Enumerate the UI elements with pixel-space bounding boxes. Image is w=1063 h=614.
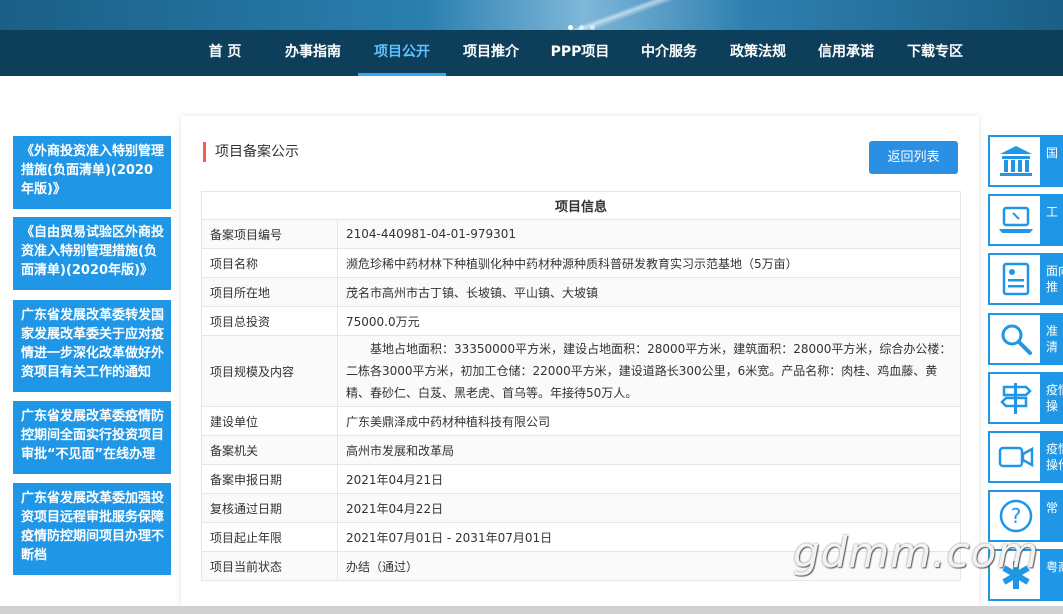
magnifier-icon	[1001, 324, 1032, 355]
row-label: 建设单位	[201, 406, 338, 436]
row-label: 项目名称	[201, 248, 338, 278]
right-item-access-list[interactable]: 准 清	[988, 313, 1063, 365]
table-row: 建设单位 广东美鼎泽成中药材种植科技有限公司	[201, 406, 961, 436]
row-label: 备案申报日期	[201, 464, 338, 494]
row-label: 项目总投资	[201, 306, 338, 336]
page-title: 项目备案公示	[203, 142, 299, 162]
watermark: gdmm.com	[793, 528, 1040, 577]
table-row: 项目规模及内容 基地占地面积：33350000平方米，建设占地面积：28000平…	[201, 335, 961, 407]
right-item-epidemic-guide[interactable]: 疫情 操	[988, 372, 1063, 424]
footer-divider	[0, 606, 1063, 614]
bank-icon	[1000, 146, 1032, 176]
left-link-ftz-negative-list[interactable]: 《自由贸易试验区外商投资准入特别管理措施(负面清单)(2020年版)》	[13, 217, 171, 290]
table-row: 备案机关 高州市发展和改革局	[201, 435, 961, 465]
right-item-label: 国	[1040, 137, 1063, 185]
row-label: 项目当前状态	[201, 551, 338, 581]
table-row: 项目总投资 75000.0万元	[201, 306, 961, 336]
nav-item-project-promotion[interactable]: 项目推介	[456, 30, 526, 76]
right-item-label: 准 清	[1040, 315, 1063, 363]
certificate-icon	[1002, 262, 1030, 296]
laptop-icon	[999, 206, 1033, 233]
back-to-list-button[interactable]: 返回列表	[869, 141, 958, 174]
row-value: 2021年04月21日	[337, 464, 961, 494]
signpost-icon	[1000, 383, 1032, 414]
row-label: 备案项目编号	[201, 219, 338, 249]
right-item-label: 工	[1040, 196, 1063, 244]
right-item-label: 粤商	[1040, 551, 1063, 599]
row-label: 复核通过日期	[201, 493, 338, 523]
row-value: 高州市发展和改革局	[337, 435, 961, 465]
right-item-epidemic-video[interactable]: 疫情 操作	[988, 431, 1063, 483]
table-header: 项目信息	[201, 191, 961, 220]
row-label: 项目起止年限	[201, 522, 338, 552]
row-value: 75000.0万元	[337, 306, 961, 336]
row-value: 广东美鼎泽成中药材种植科技有限公司	[337, 406, 961, 436]
nav-item-agency[interactable]: 中介服务	[634, 30, 704, 76]
nav-item-project-public[interactable]: 项目公开	[358, 30, 446, 76]
right-item-work[interactable]: 工	[988, 194, 1063, 246]
row-label: 项目规模及内容	[201, 335, 338, 407]
right-item-label: 常	[1040, 492, 1063, 540]
project-info-table: 项目信息 备案项目编号 2104-440981-04-01-979301 项目名…	[201, 191, 961, 581]
row-value: 2021年04月22日	[337, 493, 961, 523]
header-banner	[0, 0, 1063, 30]
nav-item-home[interactable]: 首 页	[200, 30, 250, 76]
left-link-online-approval[interactable]: 广东省发展改革委疫情防控期间全面实行投资项目审批“不见面”在线办理	[13, 401, 171, 474]
nav-item-ppp[interactable]: PPP项目	[546, 30, 614, 76]
right-item-national[interactable]: 国	[988, 135, 1063, 187]
nav-item-guide[interactable]: 办事指南	[278, 30, 348, 76]
row-value: 基地占地面积：33350000平方米，建设占地面积：28000平方米，建筑面积：…	[346, 342, 952, 400]
left-link-remote-approval[interactable]: 广东省发展改革委加强投资项目远程审批服务保障疫情防控期间项目办理不断档	[13, 483, 171, 575]
row-value-cell: 基地占地面积：33350000平方米，建设占地面积：28000平方米，建筑面积：…	[337, 335, 961, 407]
right-item-label: 面向 推	[1040, 255, 1063, 303]
main-nav: 首 页 办事指南 项目公开 项目推介 PPP项目 中介服务 政策法规 信用承诺 …	[0, 30, 1063, 76]
row-value: 2104-440981-04-01-979301	[337, 219, 961, 249]
table-row: 备案项目编号 2104-440981-04-01-979301	[201, 219, 961, 249]
left-link-epidemic-notice[interactable]: 广东省发展改革委转发国家发展改革委关于应对疫情进一步深化改革做好外资项目有关工作…	[13, 300, 171, 392]
table-row: 项目所在地 茂名市高州市古丁镇、长坡镇、平山镇、大坡镇	[201, 277, 961, 307]
row-label: 备案机关	[201, 435, 338, 465]
row-value: 濒危珍稀中药材林下种植驯化种中药材种源种质科普研发教育实习示范基地（5万亩）	[337, 248, 961, 278]
left-link-negative-list[interactable]: 《外商投资准入特别管理措施(负面清单)(2020年版)》	[13, 136, 171, 209]
nav-item-policy[interactable]: 政策法规	[723, 30, 793, 76]
row-label: 项目所在地	[201, 277, 338, 307]
nav-item-download[interactable]: 下载专区	[899, 30, 971, 76]
right-item-promotion[interactable]: 面向 推	[988, 253, 1063, 305]
video-camera-icon	[998, 446, 1034, 468]
table-row: 复核通过日期 2021年04月22日	[201, 493, 961, 523]
right-item-label: 疫情 操作	[1040, 433, 1063, 481]
svg-text:?: ?	[1011, 504, 1022, 528]
table-row: 备案申报日期 2021年04月21日	[201, 464, 961, 494]
nav-item-credit[interactable]: 信用承诺	[811, 30, 881, 76]
row-value: 茂名市高州市古丁镇、长坡镇、平山镇、大坡镇	[337, 277, 961, 307]
right-item-label: 疫情 操	[1040, 374, 1063, 422]
table-row: 项目名称 濒危珍稀中药材林下种植驯化种中药材种源种质科普研发教育实习示范基地（5…	[201, 248, 961, 278]
